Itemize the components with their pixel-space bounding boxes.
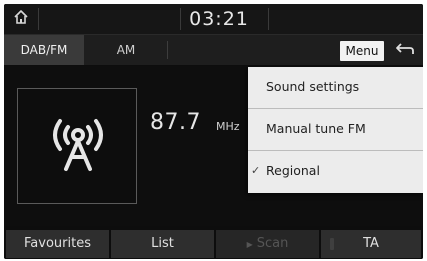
back-button[interactable]: [390, 40, 420, 62]
menu-item-label: Sound settings: [266, 79, 360, 94]
menu-item-sound-settings[interactable]: Sound settings: [248, 67, 423, 107]
tab-am[interactable]: AM: [86, 35, 166, 65]
home-button[interactable]: [8, 8, 34, 30]
menu-button[interactable]: Menu: [340, 41, 384, 61]
play-icon: ▶: [246, 240, 253, 249]
ta-button[interactable]: TA: [321, 230, 421, 258]
head-unit-screen: 03:21 DAB/FM AM Menu 87.7 MHz Sound sett…: [4, 4, 423, 259]
check-icon: ✓: [251, 164, 261, 177]
ta-indicator: [330, 238, 334, 250]
bottom-bar: Favourites List ▶ Scan TA: [4, 228, 423, 259]
radio-antenna-icon: [44, 113, 112, 185]
menu-item-label: Regional: [266, 163, 320, 178]
tab-divider: [167, 41, 168, 59]
menu-dropdown: Sound settings Manual tune FM ✓ Regional: [248, 67, 423, 193]
home-icon: [13, 9, 29, 29]
scan-button[interactable]: ▶ Scan: [216, 230, 319, 258]
ta-label: TA: [363, 236, 379, 251]
status-divider: [38, 8, 39, 30]
station-art: [17, 88, 137, 204]
status-divider: [268, 8, 269, 30]
menu-item-manual-tune-fm[interactable]: Manual tune FM: [248, 109, 423, 149]
scan-label: Scan: [256, 236, 289, 251]
back-arrow-icon: [395, 41, 415, 61]
frequency-unit: MHz: [216, 120, 240, 133]
favourites-button[interactable]: Favourites: [6, 230, 109, 258]
status-bar: 03:21: [4, 4, 423, 35]
tab-dab-fm[interactable]: DAB/FM: [4, 35, 84, 65]
menu-item-label: Manual tune FM: [266, 121, 366, 136]
frequency-value: 87.7: [150, 110, 201, 135]
menu-item-regional[interactable]: ✓ Regional: [248, 151, 423, 191]
clock: 03:21: [189, 8, 249, 30]
list-button[interactable]: List: [111, 230, 214, 258]
